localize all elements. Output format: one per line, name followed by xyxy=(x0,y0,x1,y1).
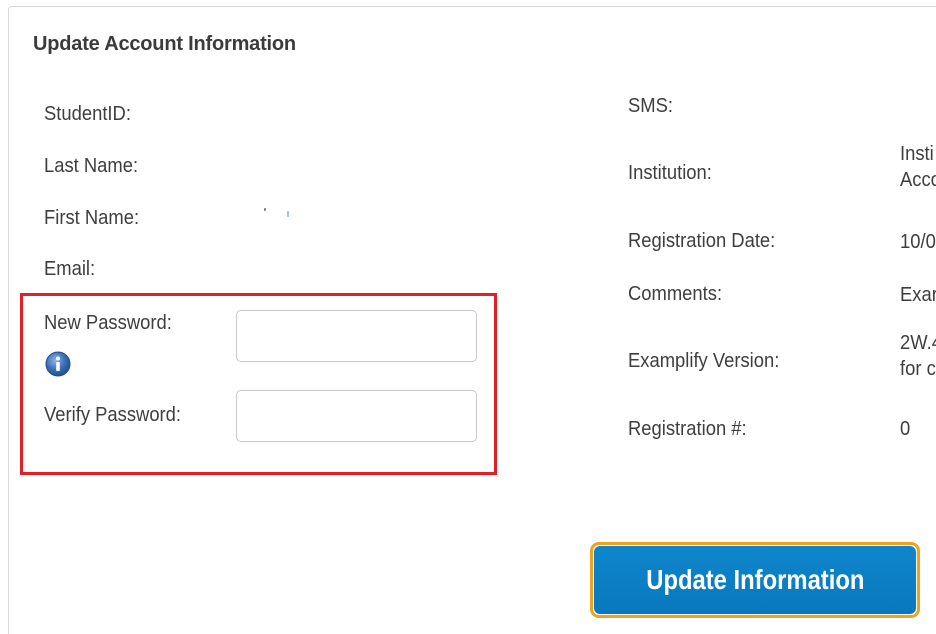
sms-label: SMS: xyxy=(628,95,673,117)
registration-number-value: 0 xyxy=(900,418,911,440)
registration-date-value: 10/0 xyxy=(900,231,936,253)
examplify-version-label: Examplify Version: xyxy=(628,350,780,372)
first-name-label: First Name: xyxy=(44,207,140,229)
examplify-version-value: 2W.4 for c xyxy=(900,330,936,382)
comments-value: Exar xyxy=(900,284,936,306)
first-name-value-mark xyxy=(287,211,289,217)
registration-number-label: Registration #: xyxy=(628,418,747,440)
comments-value-wrap: Exar xyxy=(900,282,936,308)
first-name-value xyxy=(264,208,266,211)
update-button-focus-ring: Update Information xyxy=(590,542,920,618)
verify-password-label: Verify Password: xyxy=(44,404,182,426)
info-icon[interactable] xyxy=(45,351,71,377)
institution-value-line2: Acco xyxy=(900,169,936,191)
page-title: Update Account Information xyxy=(33,33,296,55)
institution-label: Institution: xyxy=(628,162,712,184)
update-information-button[interactable]: Update Information xyxy=(594,546,916,614)
institution-value: Insti Acco xyxy=(900,141,936,193)
registration-date-value-wrap: 10/0 xyxy=(900,229,936,255)
registration-date-label: Registration Date: xyxy=(628,230,776,252)
last-name-label: Last Name: xyxy=(44,155,139,177)
verify-password-input[interactable] xyxy=(236,390,477,442)
update-information-button-label: Update Information xyxy=(645,564,865,595)
new-password-label: New Password: xyxy=(44,312,172,334)
institution-value-line1: Insti xyxy=(900,143,934,165)
examplify-version-line2: for c xyxy=(900,358,936,380)
examplify-version-line1: 2W.4 xyxy=(900,332,936,354)
student-id-label: StudentID: xyxy=(44,103,131,125)
comments-label: Comments: xyxy=(628,283,723,305)
email-label: Email: xyxy=(44,258,96,280)
new-password-input[interactable] xyxy=(236,310,477,362)
